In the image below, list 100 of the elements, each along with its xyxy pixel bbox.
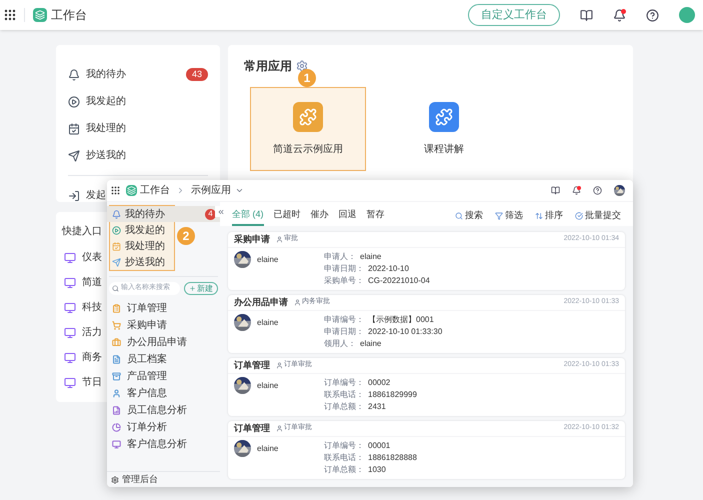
filter-icon [495,212,503,220]
monitor-icon [64,376,76,388]
field-value: 00001 [368,440,390,452]
collapse-icon [216,208,224,216]
logo-icon [33,8,47,22]
play-icon [112,226,121,234]
filter-tab[interactable]: 已超时 [274,206,300,226]
notebook-icon[interactable] [551,186,560,195]
user-name: elaine [257,443,278,455]
app-link[interactable]: 员工档案 [127,352,167,367]
field-label: 申请日期： [324,263,364,275]
help-icon[interactable] [646,8,659,22]
count-badge: 4 [205,208,216,220]
caret-icon[interactable] [235,186,244,195]
nav-item[interactable]: 我的待办 [86,67,126,82]
shortcut-link[interactable]: 商务 [82,350,102,365]
tab-label: 我处理的 [125,240,165,254]
sidebar-tab[interactable]: 我处理的 [107,238,169,254]
settings-icon [111,476,119,484]
filter-tab[interactable]: 催办 [310,206,328,226]
admin-link[interactable]: 管理后台 [122,472,158,486]
app-link[interactable]: 产品管理 [127,369,167,384]
toolbar-button[interactable]: 批量提交 [575,206,621,226]
sort-icon [535,212,543,220]
sidebar-tab[interactable]: 我发起的 [107,222,169,238]
apps-grid-icon[interactable] [4,9,16,21]
sidebar-tab[interactable]: 抄送我的 [107,254,169,270]
nav-item[interactable]: 我处理的 [86,121,126,136]
card-title: 订单管理 [234,358,270,372]
shortcut-link[interactable]: 活力 [82,325,102,340]
monitor-icon [64,276,76,288]
callout-badge: 1 [298,69,316,87]
logo-icon [126,185,137,196]
section-title: 常用应用 [244,58,292,75]
app-link[interactable]: 员工信息分析 [127,403,187,418]
notification-icon[interactable] [613,8,626,22]
field-label: 申请人： [324,251,356,263]
bell-icon [112,210,121,218]
field-label: 申请日期： [324,326,364,338]
user-icon [276,236,283,243]
sidebar-tab[interactable]: 我的待办 4 [107,206,220,222]
breadcrumb-link[interactable]: 工作台 [140,183,170,198]
notebook-icon[interactable] [580,8,593,22]
user-name: elaine [257,317,278,329]
app-link[interactable]: 客户信息 [127,386,167,401]
toolbar-button[interactable]: 排序 [535,206,563,226]
calendar-check-icon [112,242,121,250]
app-tile[interactable]: 简道云示例应用 [250,87,366,171]
nav-item[interactable]: 我发起的 [86,94,126,109]
shortcut-link[interactable]: 简道 [82,275,102,290]
help-icon[interactable] [593,186,602,195]
search-icon [112,285,119,292]
apps-grid-icon[interactable] [111,186,120,195]
app-link[interactable]: 订单分析 [127,420,167,435]
tab-label: 抄送我的 [125,256,165,270]
field-value: CG-20221010-04 [368,275,430,287]
search-icon [455,212,463,220]
shortcut-link[interactable]: 节日 [82,375,102,390]
tab-label: 我的待办 [125,208,165,222]
login-icon [68,190,80,202]
breadcrumb-current[interactable]: 示例应用 [191,183,231,198]
field-value: 2022-10-10 01:33:30 [368,326,442,338]
user-icon [294,299,301,306]
user-icon [276,425,283,432]
check-icon [575,212,583,220]
field-label: 联系电话： [324,452,364,464]
card-title: 办公用品申请 [234,296,288,309]
field-label: 订单总额： [324,401,364,413]
toolbar-button[interactable]: 搜索 [455,206,483,226]
field-value: elaine [360,251,382,263]
shortcut-link[interactable]: 仪表 [82,250,102,265]
shortcut-link[interactable]: 科技 [82,300,102,315]
app-link[interactable]: 办公用品申请 [127,335,187,350]
field-label: 订单总额： [324,464,364,476]
notification-icon[interactable] [572,186,581,195]
avatar-icon[interactable] [679,7,695,23]
tab-label: 我发起的 [125,224,165,238]
send-icon [112,258,121,266]
app-tile[interactable]: 课程讲解 [386,87,502,171]
monitor-icon [64,352,76,364]
app-link[interactable]: 客户信息分析 [127,437,187,452]
settings-icon[interactable] [296,60,308,72]
send-icon [68,150,80,162]
field-value: 18861829999 [368,389,417,401]
user-name: elaine [257,380,278,392]
field-label: 申请编号： [324,314,364,326]
bell-icon [68,68,80,80]
app-link[interactable]: 采购申请 [127,318,167,333]
filter-tab[interactable]: 暂存 [366,206,384,226]
field-value: 2022-10-10 [368,263,409,275]
app-link[interactable]: 订单管理 [127,301,167,316]
callout-badge: 2 [177,227,195,245]
field-value: 00002 [368,377,390,389]
toolbar-button[interactable]: 筛选 [495,206,523,226]
section-title: 快捷入口 [62,224,102,239]
field-label: 联系电话： [324,389,364,401]
nav-item[interactable]: 发起 [86,188,106,203]
filter-tab[interactable]: 回退 [338,206,356,226]
field-value: 【示例数据】0001 [368,314,434,326]
nav-item[interactable]: 抄送我的 [86,148,126,163]
